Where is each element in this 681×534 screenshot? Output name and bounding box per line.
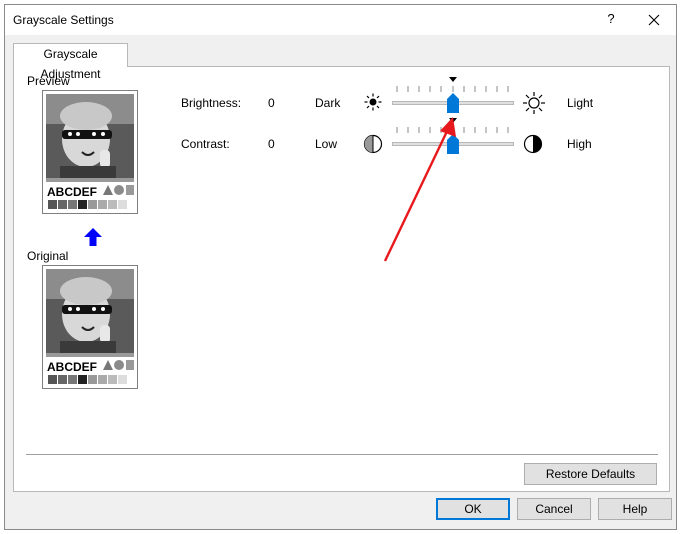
brightness-value: 0 — [268, 96, 275, 110]
help-icon[interactable]: ? — [604, 11, 618, 29]
restore-defaults-button[interactable]: Restore Defaults — [524, 463, 657, 485]
grayscale-settings-dialog: Grayscale Settings ? Grayscale Adjustmen… — [4, 4, 677, 530]
window-title: Grayscale Settings — [13, 13, 114, 27]
grayscale-adjustment-panel: Preview ABCDEF — [13, 66, 670, 492]
contrast-label: Contrast: — [181, 137, 230, 151]
help-button[interactable]: Help — [598, 498, 672, 520]
contrast-max-label: High — [567, 137, 592, 151]
cancel-button[interactable]: Cancel — [517, 498, 591, 520]
contrast-min-label: Low — [315, 137, 338, 151]
preview-caption: ABCDEF — [47, 185, 97, 199]
annotation-arrow — [383, 117, 456, 262]
brightness-max-label: Light — [567, 96, 594, 110]
tab-grayscale-adjustment[interactable]: Grayscale Adjustment — [13, 43, 128, 81]
bottom-divider — [26, 454, 658, 455]
half-circle-right-icon — [523, 134, 543, 154]
sun-large-icon — [523, 92, 545, 114]
contrast-value: 0 — [268, 137, 275, 151]
brightness-ticks — [396, 86, 509, 92]
original-label: Original — [27, 249, 69, 263]
original-image: ABCDEF — [42, 265, 138, 389]
brightness-default-marker — [449, 77, 457, 82]
original-caption: ABCDEF — [47, 360, 97, 374]
preview-image: ABCDEF — [42, 90, 138, 214]
close-icon[interactable] — [643, 10, 665, 30]
ok-button[interactable]: OK — [436, 498, 510, 520]
brightness-label: Brightness: — [181, 96, 242, 110]
title-bar: Grayscale Settings ? — [5, 5, 676, 35]
brightness-min-label: Dark — [315, 96, 341, 110]
up-arrow-icon — [84, 228, 102, 246]
